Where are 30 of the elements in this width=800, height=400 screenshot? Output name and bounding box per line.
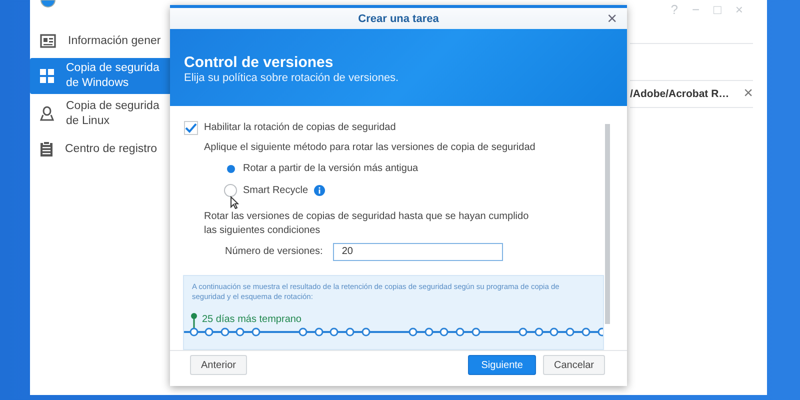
banner-subtitle: Elija su política sobre rotación de versiones. (184, 72, 400, 84)
marker-label: 25 días más temprano (202, 314, 302, 325)
app-logo-icon (40, 0, 56, 10)
info-icon[interactable] (314, 185, 326, 196)
sidebar-item[interactable]: Copia de segurida de Windows (30, 58, 170, 94)
clipboard-icon (40, 141, 53, 157)
scrollbar[interactable] (605, 124, 610, 324)
checkbox-label: Habilitar la rotación de copias de seguridad (204, 122, 396, 134)
close-button[interactable]: × (607, 10, 617, 28)
windows-icon (40, 69, 54, 83)
next-button[interactable]: Siguiente (468, 355, 536, 376)
sidebar-item[interactable]: Centro de registro (30, 134, 170, 164)
radio-label: Rotar a partir de la versión más antigua (243, 163, 418, 174)
checkbox[interactable] (184, 120, 198, 135)
sidebar-item[interactable]: Copia de segurida de Linux (30, 96, 170, 132)
sidebar-item[interactable]: Información gener (30, 26, 170, 56)
penguin-icon (40, 106, 54, 122)
banner-title: Control de versiones (184, 54, 334, 72)
condition-text: Rotar las versiones de copias de seguridad hasta que se hayan cumplido las siguientes condiciones (204, 210, 530, 238)
radio-label: Smart Recycle (243, 185, 308, 196)
secondary-button[interactable]: Anterior (190, 355, 248, 376)
id-card-icon (40, 34, 56, 48)
secondary-button[interactable]: Cancelar (542, 355, 605, 376)
close-button[interactable]: × (744, 86, 753, 102)
file-path: /Adobe/Acrobat R… (630, 88, 730, 100)
dialog-title: Crear una tarea (358, 12, 439, 25)
versions-field[interactable]: 20 (332, 242, 503, 261)
cursor-icon (230, 196, 239, 209)
method-label: Aplique el siguiente método para rotar las versiones de copia de seguridad (204, 142, 536, 154)
field-label: Número de versiones: (225, 246, 323, 258)
